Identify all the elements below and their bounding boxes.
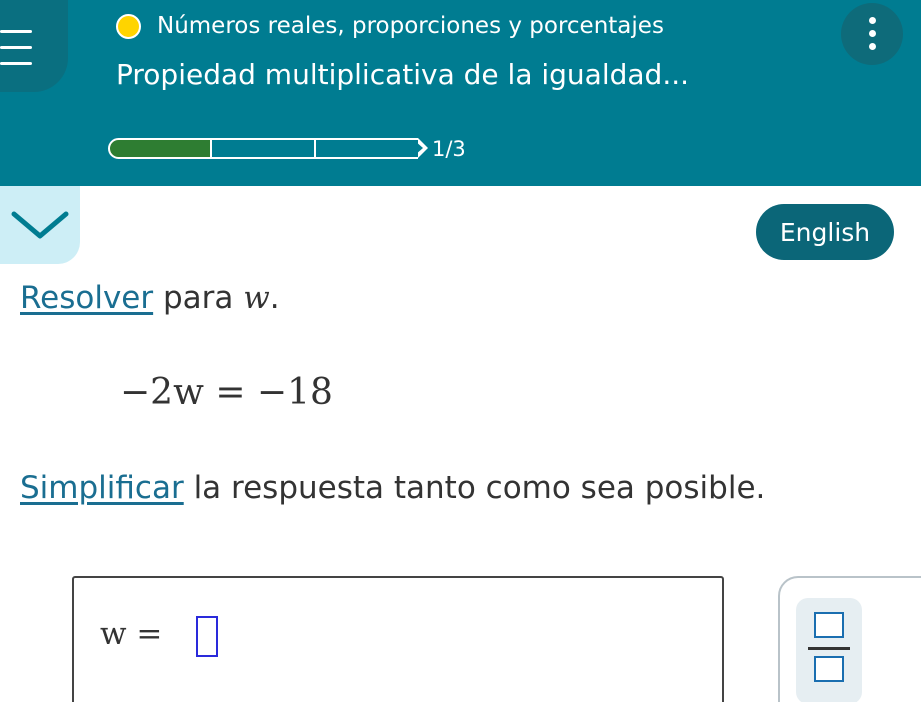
english-language-button[interactable]: English [756,204,894,260]
math-tool-panel [778,576,921,702]
kebab-dot [869,17,876,24]
progress-count: 1/3 [432,137,466,161]
answer-label: w = [100,616,163,652]
menu-bar-line [0,46,32,49]
fraction-button[interactable] [796,598,862,702]
progress-arrow-tip [415,138,428,158]
topic-title: Números reales, proporciones y porcentaj… [157,13,664,39]
simplify-instruction: Simplificar la respuesta tanto como sea … [20,470,765,506]
fraction-icon [808,647,850,650]
problem-instruction: Resolver para w. [20,280,280,316]
instruction-period: . [269,280,280,316]
menu-bar-line [0,30,32,33]
fraction-denominator-box [814,656,844,682]
topic-status-dot-icon [116,13,141,39]
menu-bar-line [0,62,32,65]
lesson-title: Propiedad multiplicativa de la igualdad.… [116,58,690,91]
kebab-dot [869,43,876,50]
simplify-text: la respuesta tanto como sea posible. [183,470,766,506]
progress-bar [108,138,428,159]
vertical-dots-icon[interactable] [841,3,903,65]
resolver-link[interactable]: Resolver [20,280,153,316]
progress-segment-empty [212,138,316,159]
kebab-dot [869,30,876,37]
instruction-text: para [153,280,244,316]
topic-row: Números reales, proporciones y porcentaj… [116,8,664,44]
progress-segment-empty [316,138,418,159]
simplificar-link[interactable]: Simplificar [20,470,184,506]
hamburger-menu-icon[interactable] [0,0,68,92]
instruction-variable: w [243,280,270,316]
chevron-down-icon [11,211,69,239]
fraction-numerator-box [814,612,844,638]
collapse-toggle[interactable] [0,186,80,264]
progress-segment-filled [108,138,212,159]
answer-area: w = [72,576,724,702]
equation: −2w = −18 [120,372,333,413]
answer-input[interactable] [196,616,218,657]
header-bar: Números reales, proporciones y porcentaj… [0,0,921,186]
